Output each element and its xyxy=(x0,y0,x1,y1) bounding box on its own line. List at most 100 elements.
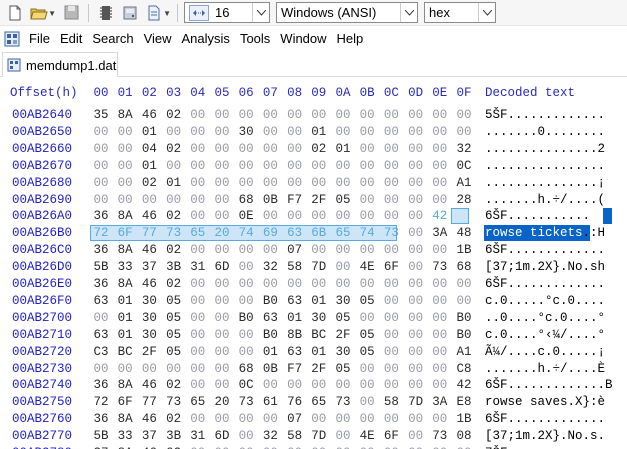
decoded-text[interactable]: c.0....°‹¼/....° xyxy=(485,327,605,343)
hex-byte[interactable]: 00 xyxy=(211,327,233,343)
hex-byte[interactable]: 0E xyxy=(235,208,257,224)
new-file-icon[interactable] xyxy=(4,2,26,24)
hex-byte[interactable]: 37 xyxy=(90,445,112,449)
hex-byte[interactable]: 00 xyxy=(429,192,451,208)
hex-byte[interactable]: 00 xyxy=(187,445,209,449)
hex-byte[interactable]: 00 xyxy=(90,141,112,157)
hex-byte[interactable]: 00 xyxy=(163,158,185,174)
hex-byte[interactable]: 00 xyxy=(259,276,281,292)
hex-byte[interactable]: 00 xyxy=(211,141,233,157)
hex-byte[interactable]: 02 xyxy=(163,411,185,427)
hex-byte[interactable]: 00 xyxy=(429,107,451,123)
hex-byte[interactable]: 0B xyxy=(259,192,281,208)
hex-byte[interactable]: 00 xyxy=(380,208,402,224)
hex-byte[interactable]: 00 xyxy=(429,411,451,427)
hex-byte[interactable]: 48 xyxy=(453,225,475,241)
hex-byte[interactable]: 00 xyxy=(308,175,330,191)
hex-byte[interactable]: 05 xyxy=(163,344,185,360)
hex-byte[interactable]: 00 xyxy=(429,276,451,292)
hex-byte[interactable]: 00 xyxy=(332,124,354,140)
hex-byte[interactable]: 42 xyxy=(429,208,451,224)
hex-byte[interactable]: 20 xyxy=(211,394,233,410)
hex-byte[interactable]: 02 xyxy=(163,276,185,292)
hex-byte[interactable]: 63 xyxy=(259,310,281,326)
hex-byte[interactable]: 3A xyxy=(429,394,451,410)
hex-byte[interactable]: 00 xyxy=(187,208,209,224)
hex-byte[interactable]: C8 xyxy=(453,361,475,377)
hex-byte[interactable]: 00 xyxy=(259,208,281,224)
hex-byte[interactable]: 00 xyxy=(429,293,451,309)
menu-view[interactable]: View xyxy=(139,27,177,51)
hex-byte[interactable]: 00 xyxy=(405,107,427,123)
hex-byte[interactable]: 00 xyxy=(235,276,257,292)
hex-byte[interactable]: 00 xyxy=(429,377,451,393)
hex-byte[interactable]: 00 xyxy=(235,445,257,449)
hex-byte[interactable]: 68 xyxy=(453,259,475,275)
hex-byte[interactable]: 46 xyxy=(138,107,160,123)
hex-byte[interactable]: 00 xyxy=(356,192,378,208)
hex-byte[interactable]: 00 xyxy=(187,377,209,393)
hex-byte[interactable]: 00 xyxy=(211,124,233,140)
hex-byte[interactable]: 00 xyxy=(187,411,209,427)
decoded-text[interactable]: [37;1m.2X}.No.s. xyxy=(485,428,605,444)
hex-byte[interactable]: 00 xyxy=(429,310,451,326)
hex-byte[interactable]: A1 xyxy=(453,344,475,360)
hex-byte[interactable]: 32 xyxy=(453,141,475,157)
decoded-text[interactable]: ...............¡ xyxy=(485,175,605,191)
hex-byte[interactable]: 00 xyxy=(187,276,209,292)
row-offset[interactable]: 00AB2640 xyxy=(12,107,72,123)
row-offset[interactable]: 00AB2740 xyxy=(12,377,72,393)
hex-byte[interactable]: 8B xyxy=(284,327,306,343)
row-offset[interactable]: 00AB2750 xyxy=(12,394,72,410)
hex-byte[interactable]: 00 xyxy=(332,242,354,258)
hex-byte[interactable]: 00 xyxy=(332,208,354,224)
chevron-down-icon[interactable] xyxy=(400,3,417,22)
hex-byte[interactable]: 00 xyxy=(259,377,281,393)
hex-byte[interactable]: 05 xyxy=(356,327,378,343)
hex-byte[interactable]: 00 xyxy=(380,242,402,258)
hex-byte[interactable]: 7D xyxy=(308,259,330,275)
hex-byte[interactable]: 00 xyxy=(405,276,427,292)
hex-byte[interactable]: 63 xyxy=(284,344,306,360)
hex-byte[interactable]: 32 xyxy=(259,428,281,444)
hex-byte[interactable]: 02 xyxy=(163,107,185,123)
hex-byte[interactable]: 65 xyxy=(187,394,209,410)
hex-byte[interactable]: 01 xyxy=(308,344,330,360)
hex-byte[interactable]: B0 xyxy=(235,310,257,326)
hex-byte[interactable]: 00 xyxy=(380,361,402,377)
hex-byte[interactable]: B0 xyxy=(259,293,281,309)
chevron-down-icon[interactable]: ▼ xyxy=(163,9,171,18)
hex-byte[interactable]: 00 xyxy=(235,344,257,360)
hex-byte[interactable]: 00 xyxy=(405,141,427,157)
hex-byte[interactable]: 02 xyxy=(308,141,330,157)
hex-byte[interactable]: 00 xyxy=(114,175,136,191)
hex-byte[interactable]: 00 xyxy=(187,124,209,140)
hex-byte[interactable]: 00 xyxy=(187,361,209,377)
hex-byte[interactable]: 0C xyxy=(453,158,475,174)
hex-byte[interactable]: 00 xyxy=(380,344,402,360)
hex-byte[interactable]: 28 xyxy=(453,192,475,208)
hex-byte[interactable]: 36 xyxy=(90,411,112,427)
hex-byte[interactable]: 00 xyxy=(429,141,451,157)
hex-byte[interactable]: 8A xyxy=(114,107,136,123)
hex-byte[interactable]: 63 xyxy=(284,293,306,309)
hex-byte[interactable]: 00 xyxy=(356,276,378,292)
menu-file[interactable]: File xyxy=(24,27,55,51)
hex-byte[interactable]: 00 xyxy=(284,276,306,292)
hex-byte[interactable]: 00 xyxy=(211,377,233,393)
hex-byte[interactable]: 00 xyxy=(405,259,427,275)
hex-byte[interactable]: 00 xyxy=(356,411,378,427)
hex-byte[interactable]: 73 xyxy=(163,394,185,410)
hex-byte[interactable]: 0B xyxy=(259,361,281,377)
hex-byte[interactable]: 07 xyxy=(284,411,306,427)
hex-byte[interactable]: 00 xyxy=(429,361,451,377)
hex-byte[interactable]: 00 xyxy=(211,310,233,326)
menu-help[interactable]: Help xyxy=(332,27,369,51)
row-offset[interactable]: 00AB2680 xyxy=(12,175,72,191)
hex-byte[interactable]: 68 xyxy=(235,192,257,208)
hex-byte[interactable]: 00 xyxy=(259,141,281,157)
hex-byte[interactable]: 05 xyxy=(332,310,354,326)
hex-byte[interactable]: 00 xyxy=(429,124,451,140)
hex-byte[interactable]: 00 xyxy=(332,445,354,449)
hex-byte[interactable]: 00 xyxy=(332,158,354,174)
